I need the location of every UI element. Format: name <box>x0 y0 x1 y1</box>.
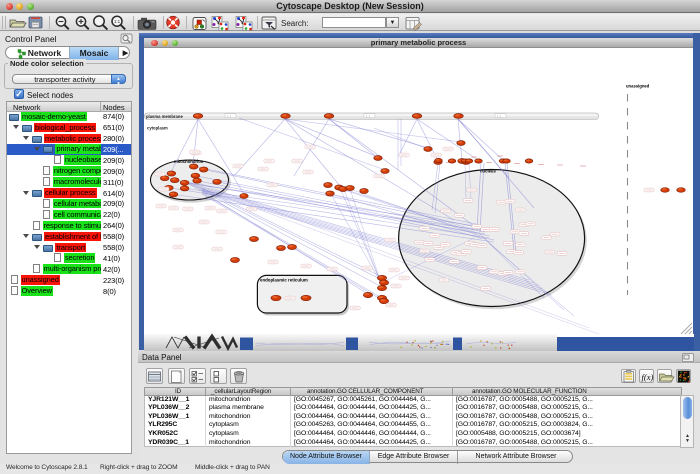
svg-text:[...]: [...] <box>497 114 501 118</box>
svg-text:f(x): f(x) <box>642 372 654 382</box>
svg-text:unassigned: unassigned <box>626 84 650 89</box>
svg-text:mitochondrion: mitochondrion <box>174 159 204 164</box>
svg-text:cytoplasm: cytoplasm <box>147 126 168 131</box>
svg-text:[...]: [...] <box>227 114 231 118</box>
svg-text:1:1: 1:1 <box>114 19 121 24</box>
svg-text:endoplasmic reticulum: endoplasmic reticulum <box>260 278 308 283</box>
svg-text:[...]: [...] <box>366 114 370 118</box>
svg-text:nucleus: nucleus <box>480 169 496 174</box>
svg-text:plasma membrane: plasma membrane <box>146 114 183 119</box>
